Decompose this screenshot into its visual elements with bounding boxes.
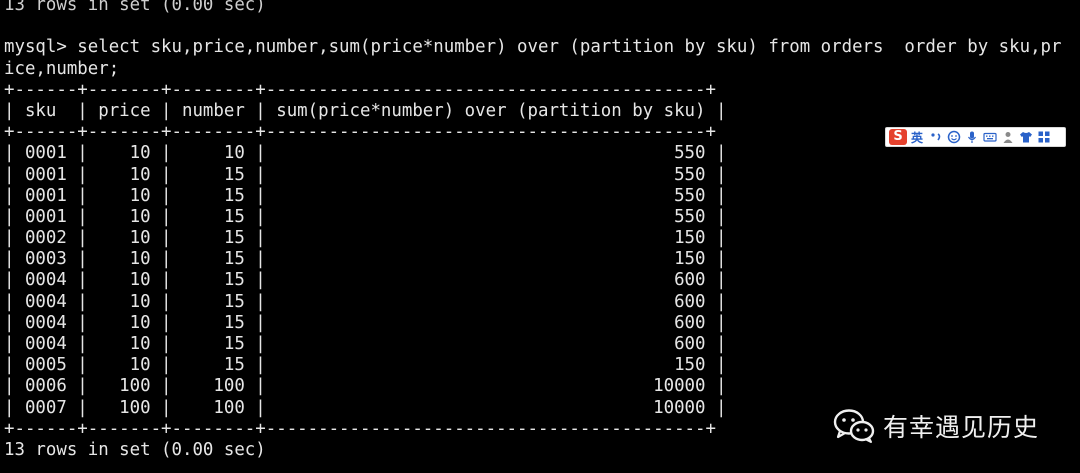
table-border-top: +------+-------+--------+---------------… <box>4 79 716 100</box>
emoji-icon[interactable] <box>947 130 961 144</box>
table-body: | 0001 | 10 | 10 | 550 | | 0001 | 10 | 15… <box>4 143 1080 418</box>
table-row: | 0003 | 10 | 15 | 150 | <box>4 249 727 270</box>
table-row: | 0001 | 10 | 15 | 550 | <box>4 164 727 185</box>
language-toggle[interactable]: 英 <box>911 129 923 146</box>
table-row: | 0006 | 100 | 100 | 10000 | <box>4 376 727 397</box>
table-row: | 0004 | 10 | 15 | 600 | <box>4 291 727 312</box>
table-row: | 0001 | 10 | 15 | 550 | <box>4 185 727 206</box>
table-row: | 0004 | 10 | 15 | 600 | <box>4 334 727 354</box>
command-line-1: mysql> select sku,price,number,sum(price… <box>4 37 1062 58</box>
microphone-icon[interactable] <box>965 130 979 144</box>
wechat-watermark: 有幸遇见历史 <box>833 404 1039 448</box>
wechat-icon <box>833 408 875 444</box>
terminal-output[interactable]: 13 rows in set (0.00 sec) mysql> select … <box>4 0 1080 461</box>
sogou-logo-icon[interactable]: S <box>889 129 907 145</box>
watermark-text: 有幸遇见历史 <box>883 413 1040 442</box>
keyboard-icon[interactable] <box>983 130 997 144</box>
table-row: | 0005 | 10 | 15 | 150 | <box>4 355 727 376</box>
ime-toolbar[interactable]: S 英 <box>885 127 1066 147</box>
table-header: | sku | price | number | sum(price*numbe… <box>4 100 727 121</box>
table-row: | 0004 | 10 | 15 | 600 | <box>4 312 727 333</box>
previous-output-line: 13 rows in set (0.00 sec) <box>4 0 266 15</box>
table-row: | 0002 | 10 | 15 | 150 | <box>4 228 727 249</box>
table-row: | 0004 | 10 | 15 | 600 | <box>4 270 727 291</box>
punctuation-icon[interactable] <box>929 130 943 144</box>
shirt-icon[interactable] <box>1019 130 1033 144</box>
grid-menu-icon[interactable] <box>1037 130 1051 144</box>
user-icon[interactable] <box>1001 130 1015 144</box>
command-line-2: ice,number; <box>4 58 120 79</box>
table-row: | 0001 | 10 | 15 | 550 | <box>4 206 727 227</box>
